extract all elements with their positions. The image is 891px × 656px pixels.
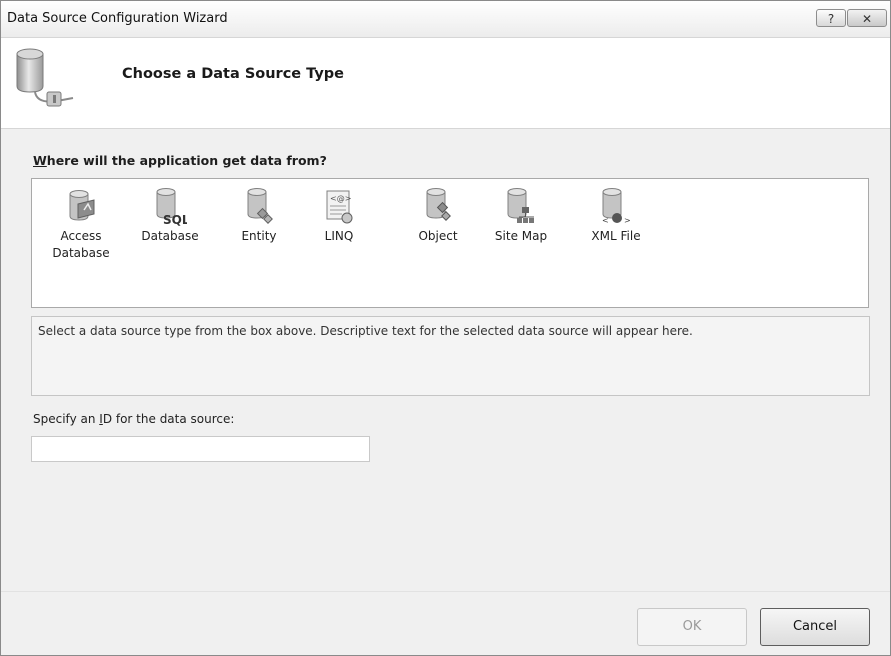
source-item-label: Object xyxy=(418,229,458,243)
svg-text:<: < xyxy=(602,216,609,225)
source-item-site-map[interactable]: Site Map xyxy=(476,188,566,245)
title-bar: Data Source Configuration Wizard ? ✕ xyxy=(1,1,890,38)
access-database-icon xyxy=(69,190,95,221)
window-title: Data Source Configuration Wizard xyxy=(7,11,228,26)
help-icon: ? xyxy=(827,12,835,26)
close-icon: ✕ xyxy=(861,12,873,26)
source-item-entity[interactable]: Entity xyxy=(214,188,304,245)
wizard-header: Choose a Data Source Type xyxy=(1,38,890,129)
source-type-prompt: Where will the application get data from… xyxy=(33,153,327,168)
page-title: Choose a Data Source Type xyxy=(122,66,345,82)
object-icon xyxy=(426,188,451,221)
source-item-label: Database xyxy=(141,229,199,243)
close-button[interactable]: ✕ xyxy=(847,9,887,27)
help-button[interactable]: ? xyxy=(816,9,846,27)
svg-text:>: > xyxy=(624,216,631,225)
source-item-label: Site Map xyxy=(494,229,548,243)
source-item-label: LINQ xyxy=(324,229,354,243)
source-item-label: XML File xyxy=(591,229,641,243)
linq-icon: <@> xyxy=(326,190,353,224)
id-field-label: Specify an ID for the data source: xyxy=(33,412,234,426)
wizard-window: Data Source Configuration Wizard ? ✕ Cho… xyxy=(0,0,891,656)
source-item-label-line2: Database xyxy=(52,246,110,260)
source-item-access-database[interactable]: Access Database xyxy=(36,188,126,262)
source-item-object[interactable]: Object xyxy=(393,188,483,245)
entity-icon xyxy=(247,188,273,224)
id-label-after: D for the data source: xyxy=(102,412,235,426)
source-description-panel: Select a data source type from the box a… xyxy=(31,316,870,396)
svg-text:SQL: SQL xyxy=(163,213,187,226)
ok-button[interactable]: OK xyxy=(637,608,747,646)
sql-database-icon: SQL xyxy=(156,188,187,226)
cancel-button[interactable]: Cancel xyxy=(760,608,870,646)
source-item-linq[interactable]: <@> LINQ xyxy=(294,188,384,245)
source-item-xml-file[interactable]: < > XML File xyxy=(571,188,661,245)
source-item-label: Access xyxy=(60,229,102,243)
source-description-text: Select a data source type from the box a… xyxy=(38,324,693,338)
data-source-id-input[interactable] xyxy=(31,436,370,462)
source-item-database[interactable]: SQL Database xyxy=(125,188,215,245)
data-source-list[interactable]: Access Database SQL Database Entity <@> … xyxy=(31,178,869,308)
site-map-icon xyxy=(507,188,534,223)
source-item-label: Entity xyxy=(241,229,277,243)
svg-text:<@>: <@> xyxy=(330,194,351,203)
database-plug-icon xyxy=(16,48,74,107)
footer-divider xyxy=(1,591,890,592)
id-label-before: Specify an xyxy=(33,412,100,426)
prompt-mnemonic: W xyxy=(33,153,47,168)
xml-file-icon: < > xyxy=(602,188,631,225)
prompt-text: here will the application get data from? xyxy=(46,153,327,168)
